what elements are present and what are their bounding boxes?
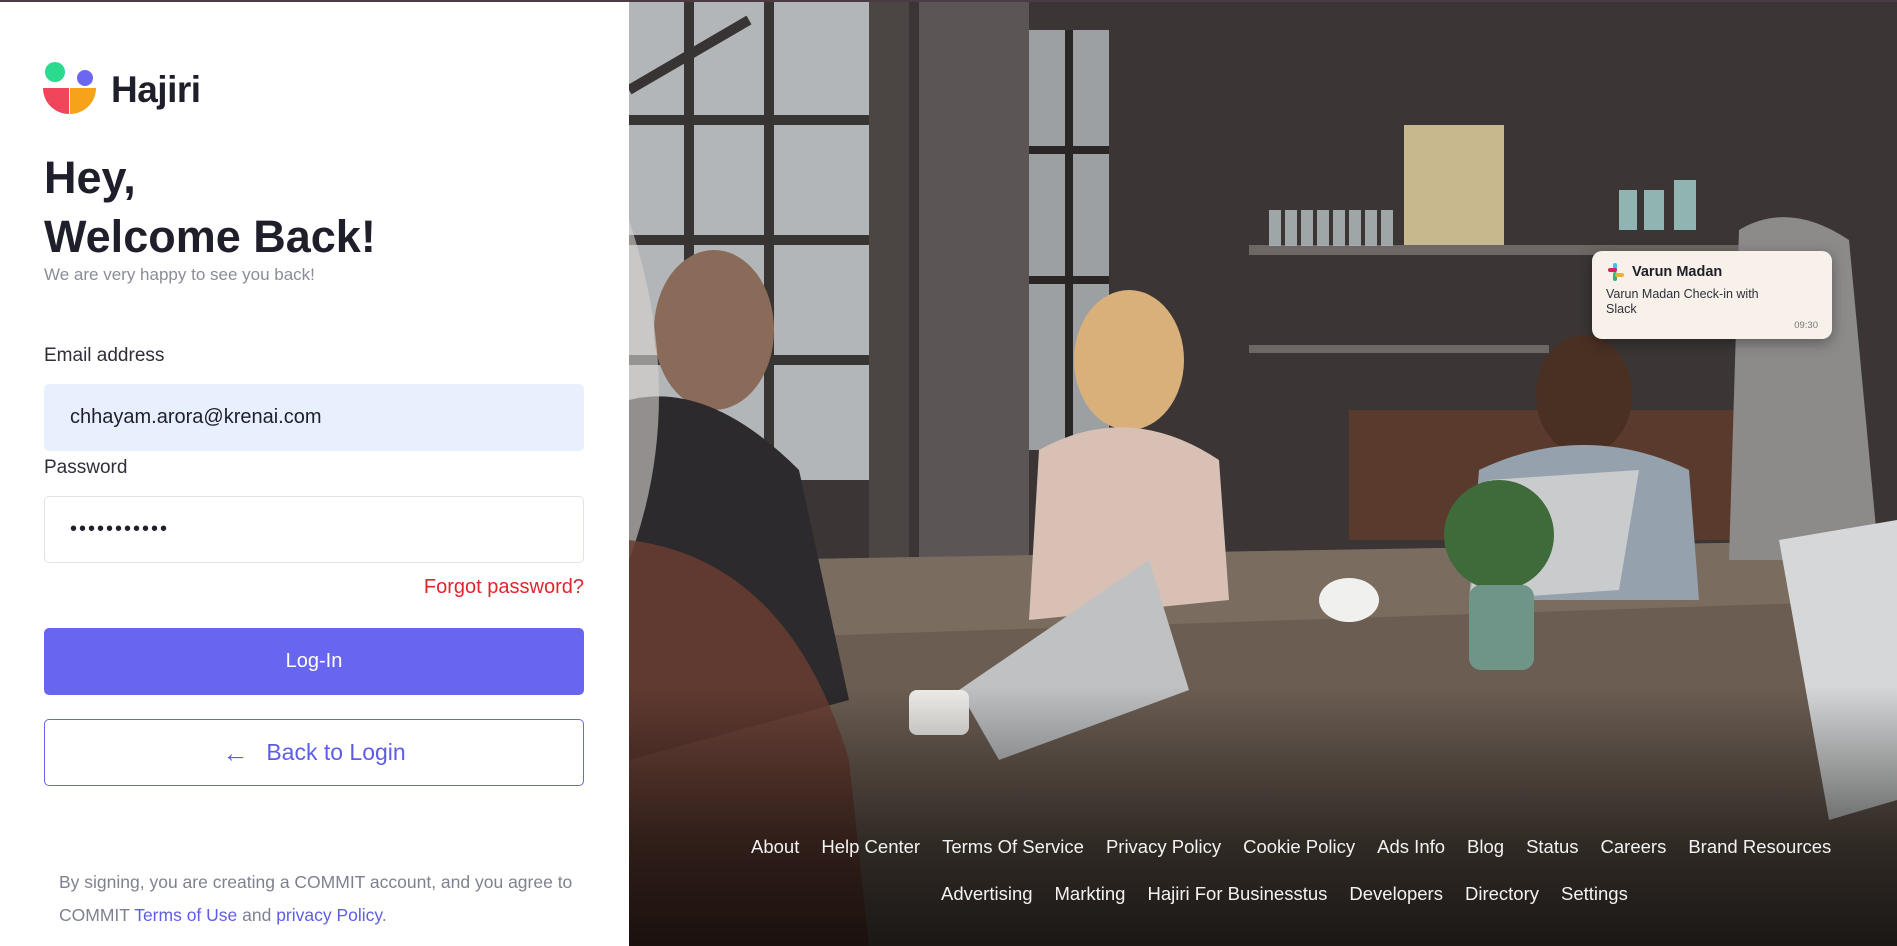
slack-notification-card: Varun Madan Varun Madan Check-in with Sl… (1592, 251, 1832, 339)
footer-link-developers[interactable]: Developers (1349, 883, 1443, 905)
terms-of-use-link[interactable]: Terms of Use (134, 905, 237, 925)
footer-link-directory[interactable]: Directory (1465, 883, 1539, 905)
password-field[interactable] (44, 496, 584, 563)
login-button[interactable]: Log-In (44, 628, 584, 695)
notification-sender: Varun Madan (1632, 264, 1723, 280)
page-title: Hey, Welcome Back! (44, 148, 376, 266)
footer-link-ads-info[interactable]: Ads Info (1377, 836, 1445, 858)
footer-link-cookie-policy[interactable]: Cookie Policy (1243, 836, 1355, 858)
top-border (0, 0, 1897, 2)
greeting-line-1: Hey, (44, 152, 136, 203)
footer-link-brand-resources[interactable]: Brand Resources (1688, 836, 1831, 858)
hero-image-panel: Varun Madan Varun Madan Check-in with Sl… (629, 0, 1897, 946)
footer-link-terms-of-service[interactable]: Terms Of Service (942, 836, 1084, 858)
terms-middle: and (237, 905, 277, 925)
email-label: Email address (44, 345, 165, 366)
arrow-left-icon: ← (222, 737, 249, 768)
footer-link-careers[interactable]: Careers (1601, 836, 1667, 858)
terms-notice: By signing, you are creating a COMMIT ac… (59, 866, 599, 932)
notification-time: 09:30 (1794, 320, 1818, 331)
brand-name: Hajiri (111, 69, 201, 110)
footer-shade (629, 686, 1897, 946)
email-field[interactable] (44, 384, 584, 451)
footer-link-privacy-policy[interactable]: Privacy Policy (1106, 836, 1221, 858)
password-label: Password (44, 457, 128, 478)
greeting-subtitle: We are very happy to see you back! (44, 265, 315, 284)
slack-icon (1606, 263, 1624, 281)
footer-links-row-2: Advertising Markting Hajiri For Business… (629, 883, 1897, 905)
terms-suffix: . (381, 905, 387, 925)
footer-link-help-center[interactable]: Help Center (821, 836, 920, 858)
hajiri-logo-icon (43, 62, 99, 118)
footer-link-marketing[interactable]: Markting (1055, 883, 1126, 905)
privacy-policy-link[interactable]: privacy Policy (276, 905, 382, 925)
footer-link-hajiri-for-business[interactable]: Hajiri For Businesstus (1147, 883, 1327, 905)
footer-links-row-1: About Help Center Terms Of Service Priva… (629, 836, 1897, 858)
notification-header: Varun Madan (1606, 263, 1818, 281)
footer-link-advertising[interactable]: Advertising (941, 883, 1033, 905)
back-to-login-button[interactable]: ← Back to Login (44, 719, 584, 786)
footer-link-about[interactable]: About (751, 836, 799, 858)
forgot-password-link[interactable]: Forgot password? (424, 576, 584, 599)
login-panel: Hajiri Hey, Welcome Back! We are very ha… (0, 0, 629, 946)
notification-message: Varun Madan Check-in with Slack (1606, 287, 1759, 316)
footer-link-status[interactable]: Status (1526, 836, 1578, 858)
greeting-line-2: Welcome Back! (44, 211, 376, 262)
footer-link-settings[interactable]: Settings (1561, 883, 1628, 905)
back-to-login-label: Back to Login (266, 739, 406, 765)
footer-link-blog[interactable]: Blog (1467, 836, 1504, 858)
brand-logo[interactable]: Hajiri (43, 62, 201, 118)
